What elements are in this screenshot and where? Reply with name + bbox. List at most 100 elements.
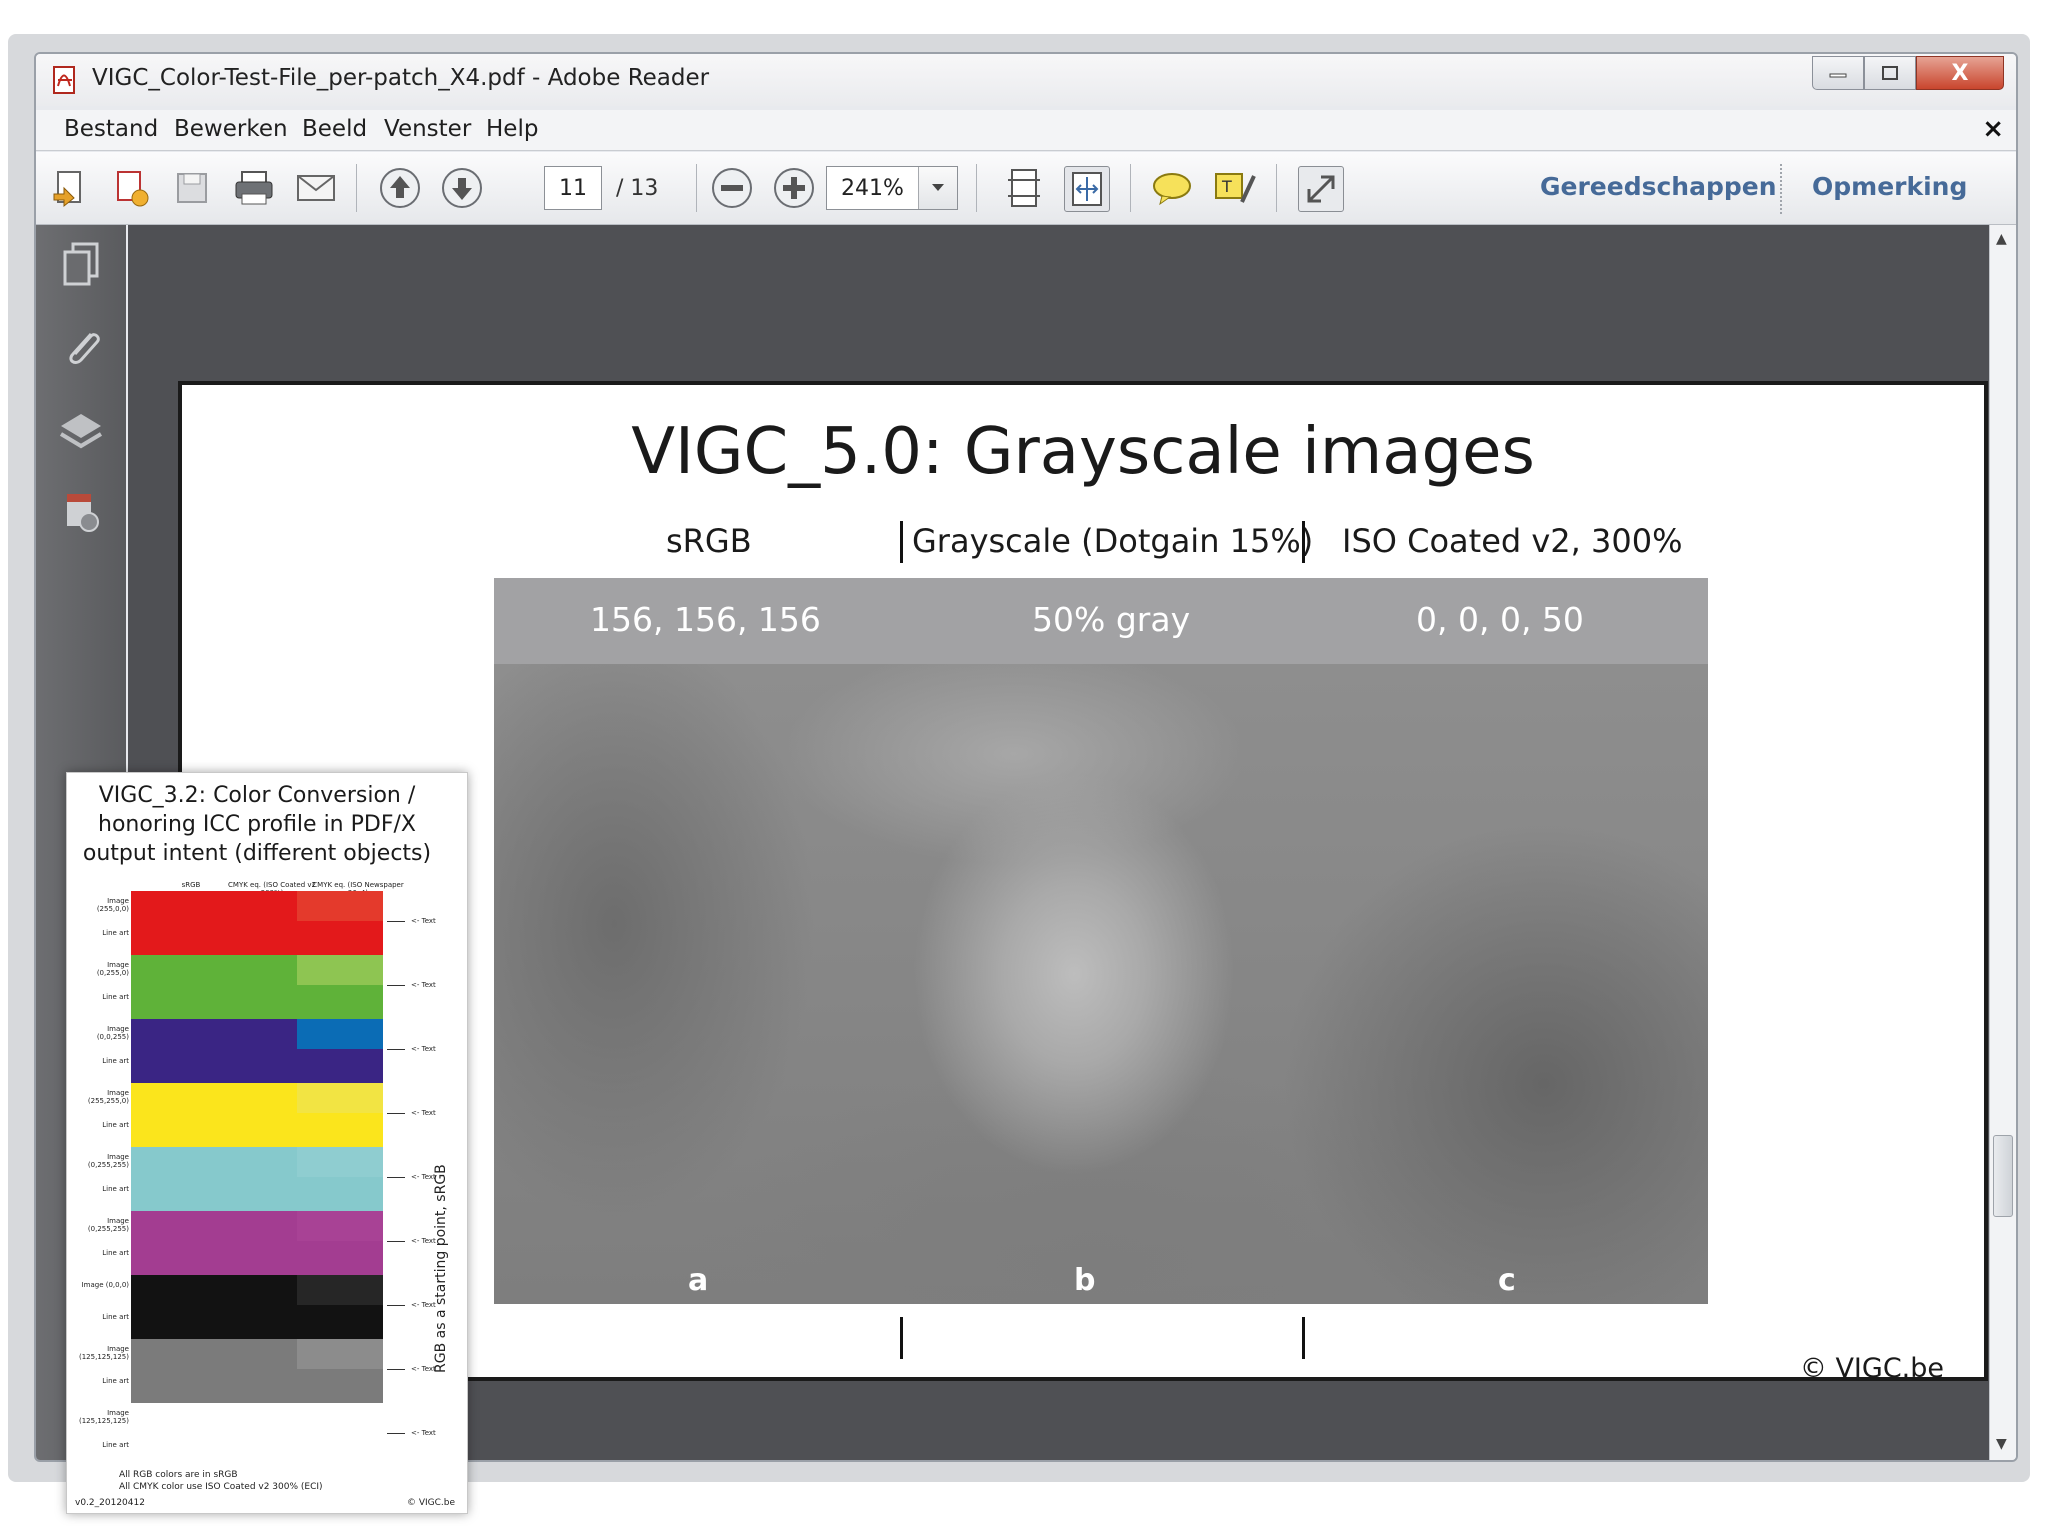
pages-panel-button[interactable] bbox=[56, 239, 106, 289]
thumbnail-color-row bbox=[131, 955, 383, 1019]
window-title: VIGC_Color-Test-File_per-patch_X4.pdf - … bbox=[92, 65, 710, 91]
security-panel-button[interactable] bbox=[56, 487, 106, 537]
color-swatch-alt bbox=[297, 1403, 383, 1433]
attachments-icon bbox=[69, 332, 100, 364]
fit-width-button[interactable] bbox=[1064, 166, 1110, 212]
color-swatch-alt bbox=[297, 1339, 383, 1369]
thumbnail-row-dash bbox=[387, 1241, 405, 1242]
toolbar: 11 / 13 241% T Gereedschappen Opmerking bbox=[36, 152, 2016, 225]
thumbnail-row-label: Image (0,0,255) bbox=[96, 1025, 129, 1041]
color-swatch-alt bbox=[297, 955, 383, 985]
page-title: VIGC_5.0: Grayscale images bbox=[182, 415, 1984, 489]
scroll-down-icon[interactable]: ▼ bbox=[1996, 1436, 2007, 1452]
thumbnail-row-dash bbox=[387, 1433, 405, 1434]
scroll-up-icon[interactable]: ▲ bbox=[1996, 231, 2007, 247]
zoom-dropdown-button[interactable] bbox=[918, 167, 957, 209]
column-header-grayscale: Grayscale (Dotgain 15%) bbox=[912, 522, 1314, 560]
thumbnail-row-sublabel: Line art bbox=[102, 1249, 129, 1257]
color-swatch-alt bbox=[297, 1083, 383, 1113]
thumbnail-footnote: All RGB colors are in sRGB All CMYK colo… bbox=[119, 1469, 323, 1493]
zoom-in-icon bbox=[774, 168, 814, 208]
email-button[interactable] bbox=[294, 166, 338, 210]
toolbar-separator bbox=[696, 164, 697, 212]
column-divider bbox=[900, 1317, 903, 1359]
menu-bestand[interactable]: Bestand bbox=[64, 116, 158, 142]
thumbnail-row-text-label: <- Text bbox=[411, 917, 436, 925]
comment-icon bbox=[1153, 173, 1191, 206]
zoom-out-button[interactable] bbox=[710, 166, 754, 210]
fit-page-button[interactable] bbox=[1002, 166, 1046, 210]
color-swatch-alt bbox=[297, 1211, 383, 1241]
copyright: © VIGC.be bbox=[1799, 1353, 1944, 1384]
color-swatch-alt bbox=[297, 891, 383, 921]
thumbnail-row-sublabel: Line art bbox=[102, 1377, 129, 1385]
thumbnail-color-row bbox=[131, 1083, 383, 1147]
highlight-button[interactable]: T bbox=[1212, 166, 1256, 210]
combine-pdf-button[interactable] bbox=[110, 166, 154, 210]
attachments-panel-button[interactable] bbox=[56, 321, 106, 371]
thumbnail-color-row bbox=[131, 891, 383, 955]
comment-button[interactable] bbox=[1150, 166, 1194, 210]
thumbnail-color-row bbox=[131, 1147, 383, 1211]
tools-link[interactable]: Gereedschappen bbox=[1540, 172, 1777, 201]
fit-width-icon bbox=[1072, 172, 1102, 206]
scrollbar-thumb[interactable] bbox=[1993, 1135, 2013, 1217]
column-divider bbox=[1302, 521, 1305, 563]
vertical-scrollbar[interactable]: ▲ ▼ bbox=[1989, 225, 2016, 1460]
save-button[interactable] bbox=[170, 166, 214, 210]
thumbnail-row-dash bbox=[387, 1177, 405, 1178]
minimize-icon bbox=[1829, 73, 1847, 78]
pages-icon bbox=[63, 242, 99, 286]
thumbnail-footer-right: © VIGC.be bbox=[407, 1498, 456, 1508]
thumbnail-col-srgb: sRGB bbox=[181, 881, 201, 889]
menu-bewerken[interactable]: Bewerken bbox=[174, 116, 288, 142]
color-swatch-alt bbox=[297, 1019, 383, 1049]
svg-text:T: T bbox=[1221, 177, 1232, 196]
fullscreen-icon bbox=[1307, 175, 1335, 203]
menu-close-icon[interactable]: × bbox=[1982, 114, 2004, 144]
thumbnail-row-dash bbox=[387, 1049, 405, 1050]
grayscale-photo: a b c bbox=[494, 664, 1708, 1304]
menu-beeld[interactable]: Beeld bbox=[302, 116, 367, 142]
thumbnail-row-text-label: <- Text bbox=[411, 1109, 436, 1117]
thumbnail-row-dash bbox=[387, 1369, 405, 1370]
color-swatch-alt bbox=[297, 1275, 383, 1305]
print-button[interactable] bbox=[232, 166, 276, 210]
zoom-select[interactable]: 241% bbox=[826, 166, 958, 210]
thumbnail-color-row bbox=[131, 1275, 383, 1339]
layers-panel-button[interactable] bbox=[56, 405, 106, 455]
page-number-input[interactable]: 11 bbox=[544, 166, 602, 210]
comment-link[interactable]: Opmerking bbox=[1812, 172, 1967, 201]
email-icon bbox=[297, 175, 335, 201]
toolbar-separator bbox=[356, 164, 357, 212]
value-header-band: 156, 156, 156 50% gray 0, 0, 0, 50 bbox=[494, 578, 1708, 664]
thumbnail-row-label: Image (255,255,0) bbox=[87, 1089, 129, 1105]
toolbar-separator bbox=[976, 164, 977, 212]
thumbnail-row-sublabel: Line art bbox=[102, 1313, 129, 1321]
thumbnail-color-row bbox=[131, 1019, 383, 1083]
fullscreen-button[interactable] bbox=[1298, 166, 1344, 212]
minimize-button[interactable] bbox=[1812, 56, 1864, 90]
value-grayscale: 50% gray bbox=[1032, 600, 1191, 639]
thumbnail-card: VIGC_3.2: Color Conversion / honoring IC… bbox=[66, 772, 468, 1514]
zoom-in-button[interactable] bbox=[772, 166, 816, 210]
thumbnail-title: VIGC_3.2: Color Conversion / honoring IC… bbox=[67, 781, 447, 868]
menu-help[interactable]: Help bbox=[486, 116, 538, 142]
close-icon: X bbox=[1951, 60, 1969, 86]
thumbnail-row-label: Image (0,255,255) bbox=[87, 1217, 129, 1233]
maximize-button[interactable] bbox=[1864, 56, 1916, 90]
thumbnail-row-label: Image (125,125,125) bbox=[79, 1345, 129, 1361]
thumbnail-row-label: Image (0,0,0) bbox=[81, 1281, 129, 1289]
thumbnail-row-sublabel: Line art bbox=[102, 929, 129, 937]
menu-venster[interactable]: Venster bbox=[384, 116, 471, 142]
close-button[interactable]: X bbox=[1916, 56, 2004, 90]
create-pdf-button[interactable] bbox=[48, 166, 92, 210]
toolbar-separator bbox=[1276, 164, 1277, 212]
thumbnail-row-label: Image (0,255,0) bbox=[96, 961, 129, 977]
next-page-button[interactable] bbox=[440, 166, 484, 210]
fit-page-icon bbox=[1008, 169, 1040, 207]
column-divider bbox=[900, 521, 903, 563]
previous-page-button[interactable] bbox=[378, 166, 422, 210]
thumbnail-row-label: Image (125,125,125) bbox=[79, 1409, 129, 1425]
thumbnail-row-sublabel: Line art bbox=[102, 1185, 129, 1193]
